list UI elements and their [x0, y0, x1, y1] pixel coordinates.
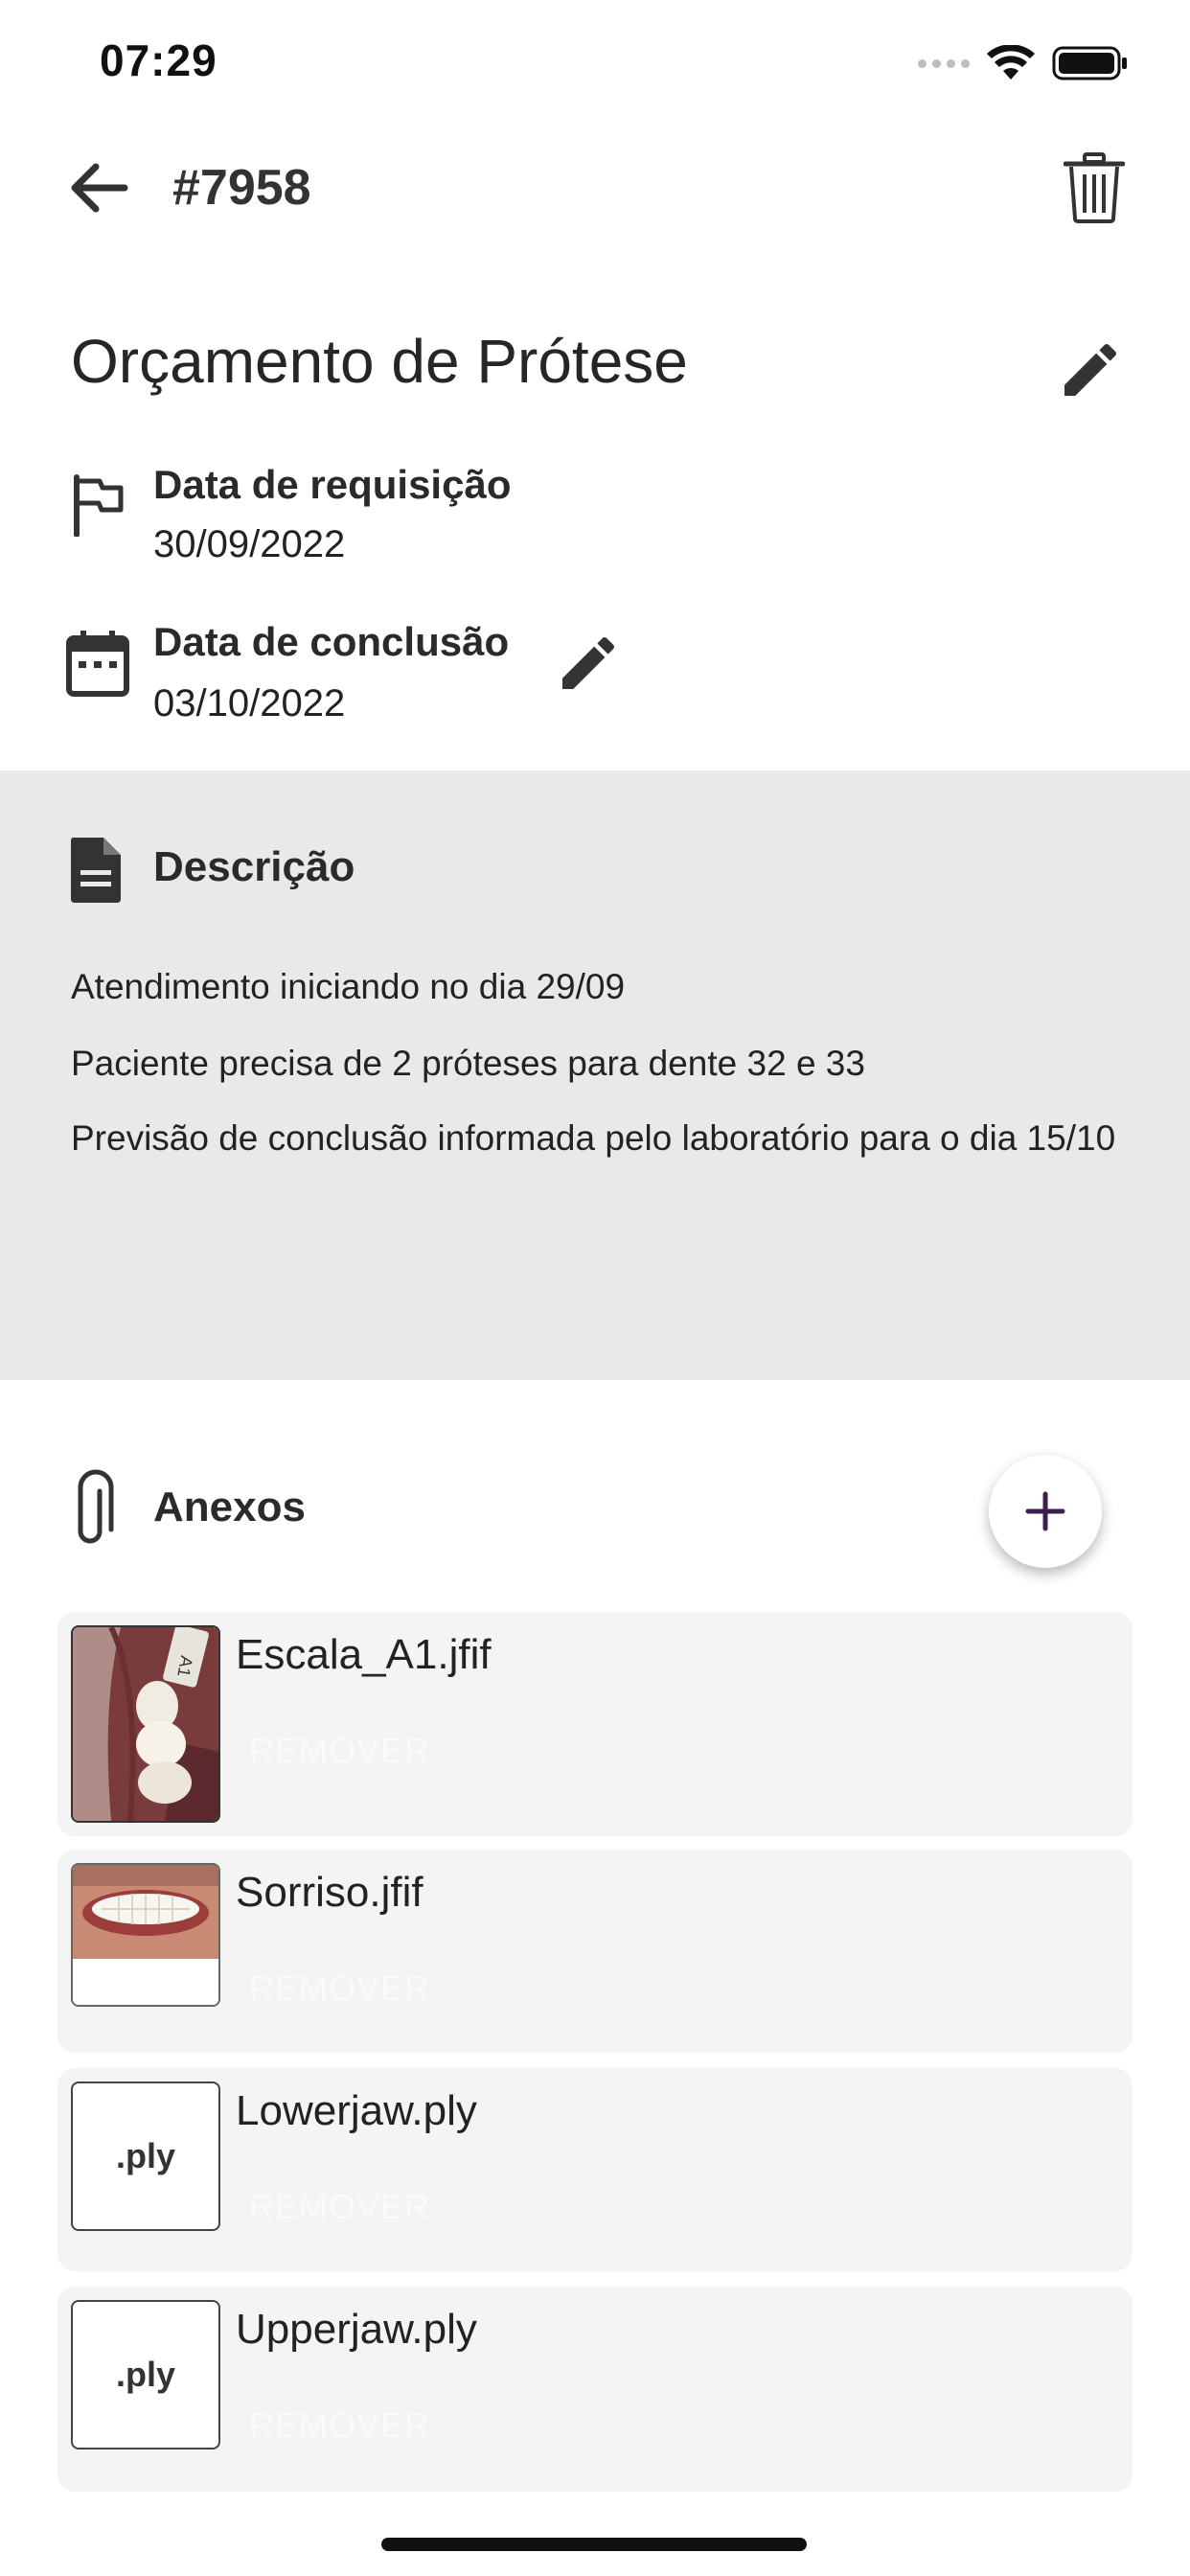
- screen: 07:29 #7958 Orçamento de Prótese Data de…: [0, 0, 1190, 2576]
- battery-icon: [1052, 46, 1127, 80]
- attachment-name: Escala_A1.jfif: [236, 1631, 492, 1678]
- attachment-card[interactable]: Sorriso.jfif REMOVER: [57, 1850, 1133, 2053]
- description-section: Descrição Atendimento iniciando no dia 2…: [0, 770, 1190, 1380]
- completion-date-value: 03/10/2022: [153, 682, 346, 724]
- attachment-name: Sorriso.jfif: [236, 1869, 423, 1916]
- calendar-icon: [66, 631, 129, 697]
- description-line: Paciente precisa de 2 próteses para dent…: [71, 1044, 865, 1083]
- remove-button[interactable]: REMOVER: [249, 2405, 430, 2446]
- ply-file-label: .ply: [115, 2136, 175, 2175]
- svg-text:A1: A1: [173, 1654, 196, 1678]
- cellular-signal-icon: [918, 58, 970, 68]
- ply-file-label: .ply: [115, 2355, 175, 2394]
- flag-icon: [74, 474, 124, 537]
- trash-icon: [1063, 152, 1126, 223]
- edit-title-button[interactable]: [1056, 335, 1125, 404]
- request-date-value: 30/09/2022: [153, 523, 346, 565]
- document-icon: [71, 838, 121, 903]
- add-attachment-button[interactable]: [989, 1455, 1102, 1568]
- attachment-thumbnail[interactable]: A1: [71, 1625, 220, 1823]
- attachment-thumbnail[interactable]: [71, 1863, 220, 2007]
- request-date-label: Data de requisição: [153, 462, 512, 507]
- description-title: Descrição: [153, 843, 355, 890]
- pencil-icon: [562, 636, 615, 689]
- edit-completion-date-button[interactable]: [554, 629, 623, 698]
- attachment-name: Upperjaw.ply: [236, 2306, 477, 2353]
- page-title: Orçamento de Prótese: [71, 327, 688, 396]
- completion-date-label: Data de conclusão: [153, 619, 510, 664]
- attachment-card[interactable]: .ply Lowerjaw.ply REMOVER: [57, 2068, 1133, 2271]
- attachment-name: Lowerjaw.ply: [236, 2087, 477, 2134]
- order-id: #7958: [172, 160, 311, 216]
- attachment-thumbnail[interactable]: .ply: [71, 2082, 220, 2231]
- remove-button[interactable]: REMOVER: [249, 2187, 430, 2227]
- attachments-title: Anexos: [153, 1484, 306, 1530]
- delete-button[interactable]: [1063, 151, 1126, 224]
- attachment-thumbnail[interactable]: .ply: [71, 2300, 220, 2450]
- pencil-icon: [1064, 343, 1117, 396]
- plus-icon: [1025, 1491, 1065, 1531]
- home-indicator[interactable]: [381, 2538, 807, 2551]
- status-time: 07:29: [100, 35, 217, 85]
- description-line: Atendimento iniciando no dia 29/09: [71, 967, 626, 1006]
- wifi-icon: [987, 45, 1035, 80]
- status-icons: [918, 44, 1129, 82]
- paperclip-icon: [78, 1469, 114, 1544]
- attachment-card[interactable]: .ply Upperjaw.ply REMOVER: [57, 2287, 1133, 2492]
- smile-photo-thumbnail: [73, 1865, 218, 2005]
- attachment-card[interactable]: A1 Escala_A1.jfif REMOVER: [57, 1612, 1133, 1836]
- remove-button[interactable]: REMOVER: [249, 1731, 430, 1771]
- remove-button[interactable]: REMOVER: [249, 1968, 430, 2009]
- teeth-photo-thumbnail: A1: [73, 1627, 218, 1821]
- description-line: Previsão de conclusão informada pelo lab…: [71, 1118, 1116, 1158]
- back-arrow-icon: [71, 163, 128, 213]
- back-button[interactable]: [67, 161, 132, 215]
